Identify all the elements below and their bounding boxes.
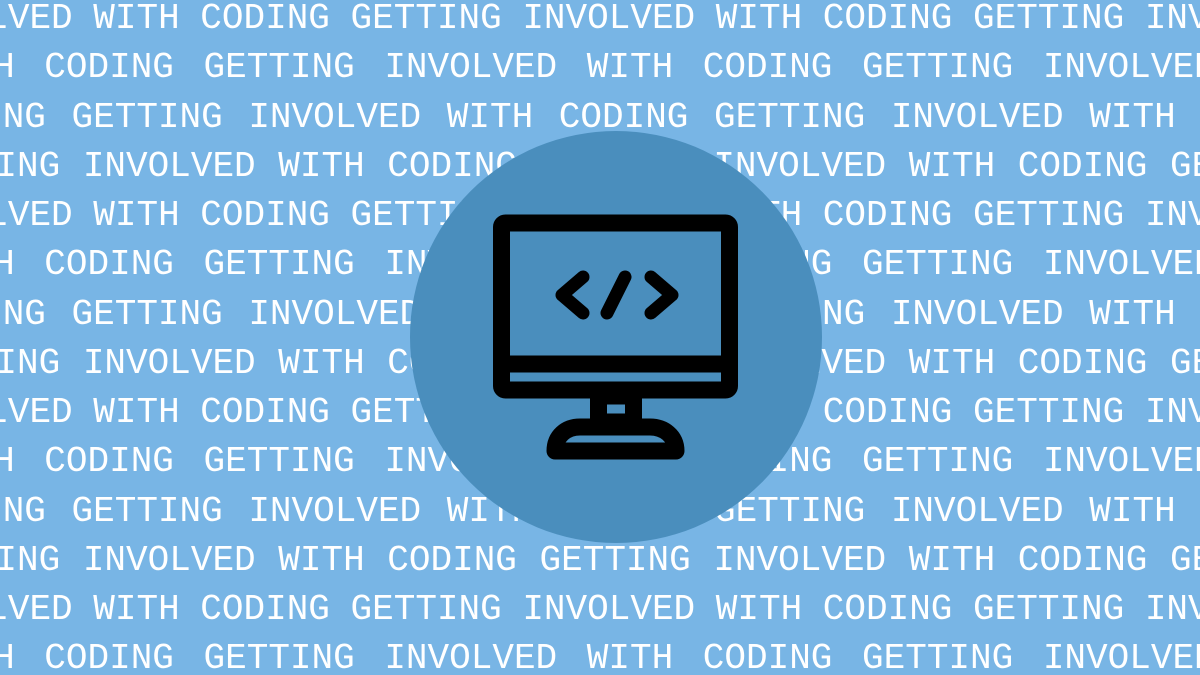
pattern-text-row: GETTING INVOLVED WITH CODING GETTING INV…	[0, 638, 1200, 675]
icon-badge-circle	[410, 131, 822, 543]
pattern-text-row: GETTING INVOLVED WITH CODING GETTING INV…	[0, 589, 1200, 630]
pattern-text-row: GETTING INVOLVED WITH CODING GETTING INV…	[0, 539, 1200, 581]
pattern-text-row: GETTING INVOLVED WITH CODING GETTING INV…	[0, 47, 1200, 89]
pattern-text-row: GETTING INVOLVED WITH CODING GETTING INV…	[0, 0, 1200, 39]
banner-graphic: GETTING INVOLVED WITH CODING GETTING INV…	[0, 0, 1200, 675]
